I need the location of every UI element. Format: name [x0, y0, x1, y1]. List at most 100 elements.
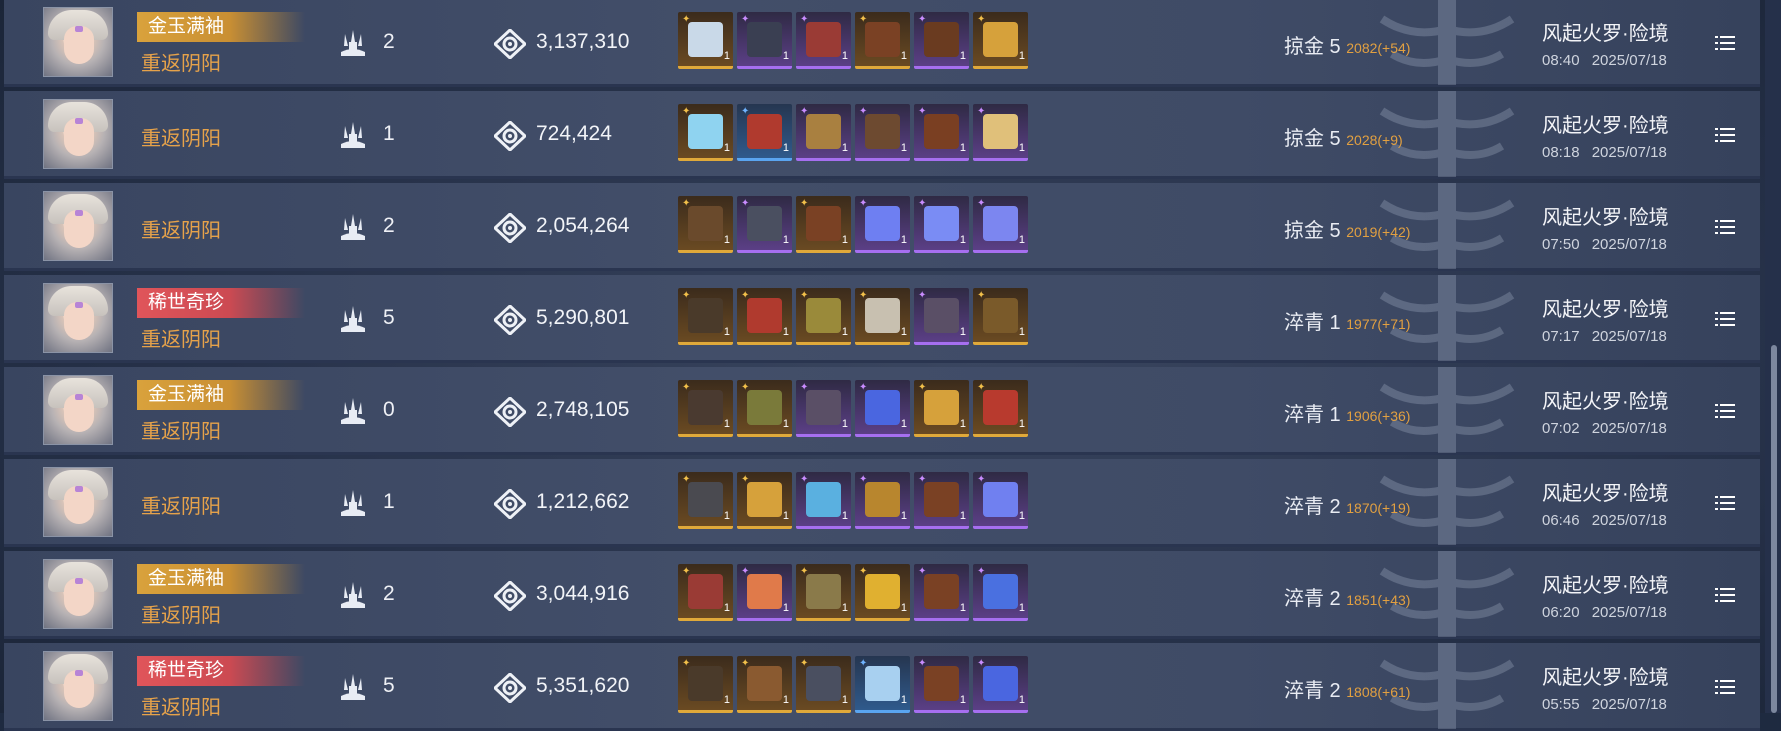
item-icon [688, 206, 723, 241]
item-icon [983, 206, 1018, 241]
loot-item-slot[interactable]: ✦ 1 [973, 472, 1028, 529]
loot-item-slot[interactable]: ✦ 1 [855, 380, 910, 437]
loot-item-slot[interactable]: ✦ 1 [678, 564, 733, 621]
kills-icon [341, 490, 365, 516]
score-eye-icon [494, 29, 526, 59]
match-row[interactable]: 重返阴阳 1 724,424 ✦ 1 ✦ 1 ✦ 1 ✦ 1 ✦ 1 ✦ 1 掠金 5 2028(+9… [4, 91, 1760, 179]
loot-item-slot[interactable]: ✦ 1 [914, 472, 969, 529]
loot-item-slot[interactable]: ✦ 1 [737, 380, 792, 437]
rank-points: 1870(+19) [1346, 500, 1411, 516]
loot-item-slot[interactable]: ✦ 1 [796, 564, 851, 621]
match-timestamp: 07:50 2025/07/18 [1542, 236, 1667, 253]
loot-item-slot[interactable]: ✦ 1 [914, 564, 969, 621]
loot-item-slot[interactable]: ✦ 1 [973, 12, 1028, 69]
loot-item-slot[interactable]: ✦ 1 [737, 12, 792, 69]
match-row[interactable]: 金玉满袖 重返阴阳 0 2,748,105 ✦ 1 ✦ 1 ✦ 1 ✦ 1 ✦ 1 ✦ 1 淬青 1 … [4, 367, 1760, 455]
score-value: 5,351,620 [536, 674, 630, 697]
map-location: 风起火罗·险境 [1542, 23, 1669, 45]
loot-item-slot[interactable]: ✦ 1 [973, 288, 1028, 345]
details-menu-icon[interactable] [1715, 127, 1735, 143]
loot-item-slot[interactable]: ✦ 1 [855, 196, 910, 253]
loot-item-slot[interactable]: ✦ 1 [855, 564, 910, 621]
loot-item-slot[interactable]: ✦ 1 [678, 288, 733, 345]
loot-item-slot[interactable]: ✦ 1 [737, 564, 792, 621]
loot-item-slot[interactable]: ✦ 1 [737, 104, 792, 161]
details-menu-icon[interactable] [1715, 679, 1735, 695]
details-menu-icon[interactable] [1715, 495, 1735, 511]
item-icon [983, 666, 1018, 701]
loot-item-slot[interactable]: ✦ 1 [855, 104, 910, 161]
loot-item-slot[interactable]: ✦ 1 [737, 472, 792, 529]
loot-item-slot[interactable]: ✦ 1 [796, 472, 851, 529]
match-row[interactable]: 金玉满袖 重返阴阳 2 3,044,916 ✦ 1 ✦ 1 ✦ 1 ✦ 1 ✦ 1 ✦ 1 淬青 2 … [4, 551, 1760, 639]
kills-icon [341, 582, 365, 608]
loot-item-slot[interactable]: ✦ 1 [796, 104, 851, 161]
loot-item-slot[interactable]: ✦ 1 [973, 196, 1028, 253]
item-icon [747, 114, 782, 149]
match-row[interactable]: 稀世奇珍 重返阴阳 5 5,290,801 ✦ 1 ✦ 1 ✦ 1 ✦ 1 ✦ 1 ✦ 1 淬青 1 … [4, 275, 1760, 363]
details-menu-icon[interactable] [1715, 403, 1735, 419]
details-menu-icon[interactable] [1715, 35, 1735, 51]
loot-item-slot[interactable]: ✦ 1 [914, 104, 969, 161]
loot-item-slot[interactable]: ✦ 1 [796, 12, 851, 69]
loot-item-slot[interactable]: ✦ 1 [855, 656, 910, 713]
loot-item-slot[interactable]: ✦ 1 [796, 196, 851, 253]
item-count: 1 [723, 418, 730, 430]
details-menu-icon[interactable] [1715, 311, 1735, 327]
item-icon [806, 666, 841, 701]
loot-item-slot[interactable]: ✦ 1 [678, 472, 733, 529]
loot-item-slot[interactable]: ✦ 1 [796, 380, 851, 437]
loot-item-slot[interactable]: ✦ 1 [855, 288, 910, 345]
scrollbar-thumb[interactable] [1771, 345, 1777, 713]
loot-item-slot[interactable]: ✦ 1 [678, 12, 733, 69]
loot-item-slot[interactable]: ✦ 1 [914, 380, 969, 437]
score-eye-icon [494, 489, 526, 519]
item-count: 1 [841, 418, 848, 430]
map-location: 风起火罗·险境 [1542, 115, 1669, 137]
loot-item-slot[interactable]: ✦ 1 [973, 656, 1028, 713]
loot-item-slot[interactable]: ✦ 1 [855, 12, 910, 69]
match-row[interactable]: 稀世奇珍 重返阴阳 5 5,351,620 ✦ 1 ✦ 1 ✦ 1 ✦ 1 ✦ 1 ✦ 1 淬青 2 … [4, 643, 1760, 731]
loot-item-slot[interactable]: ✦ 1 [678, 380, 733, 437]
rank-points: 1808(+61) [1346, 684, 1411, 700]
loot-item-slot[interactable]: ✦ 1 [914, 656, 969, 713]
loot-item-slot[interactable]: ✦ 1 [973, 380, 1028, 437]
loot-item-slot[interactable]: ✦ 1 [678, 104, 733, 161]
loot-item-slot[interactable]: ✦ 1 [796, 288, 851, 345]
kills-icon [341, 214, 365, 240]
score-eye-icon [494, 121, 526, 151]
match-row[interactable]: 金玉满袖 重返阴阳 2 3,137,310 ✦ 1 ✦ 1 ✦ 1 ✦ 1 ✦ 1 ✦ 1 掠金 5 … [4, 0, 1760, 87]
item-icon [688, 22, 723, 57]
loot-item-slot[interactable]: ✦ 1 [914, 12, 969, 69]
item-icon [865, 114, 900, 149]
loot-item-slot[interactable]: ✦ 1 [914, 288, 969, 345]
item-count: 1 [782, 234, 789, 246]
match-row[interactable]: 重返阴阳 2 2,054,264 ✦ 1 ✦ 1 ✦ 1 ✦ 1 ✦ 1 ✦ 1 掠金 5 2019(… [4, 183, 1760, 271]
item-icon [747, 298, 782, 333]
loot-item-slot[interactable]: ✦ 1 [855, 472, 910, 529]
character-avatar [43, 467, 113, 537]
item-icon [924, 666, 959, 701]
match-row[interactable]: 重返阴阳 1 1,212,662 ✦ 1 ✦ 1 ✦ 1 ✦ 1 ✦ 1 ✦ 1 淬青 2 1870(… [4, 459, 1760, 547]
loot-item-slot[interactable]: ✦ 1 [796, 656, 851, 713]
item-icon [747, 390, 782, 425]
loot-item-slot[interactable]: ✦ 1 [737, 656, 792, 713]
details-menu-icon[interactable] [1715, 219, 1735, 235]
item-icon [924, 298, 959, 333]
match-timestamp: 08:40 2025/07/18 [1542, 52, 1667, 69]
loot-item-slot[interactable]: ✦ 1 [737, 196, 792, 253]
item-count: 1 [900, 50, 907, 62]
loot-item-slot[interactable]: ✦ 1 [973, 564, 1028, 621]
scrollbar-track[interactable] [1765, 0, 1781, 713]
details-menu-icon[interactable] [1715, 587, 1735, 603]
loot-item-slot[interactable]: ✦ 1 [914, 196, 969, 253]
loot-item-slot[interactable]: ✦ 1 [737, 288, 792, 345]
item-count: 1 [1018, 326, 1025, 338]
item-icon [688, 390, 723, 425]
kills-icon [341, 674, 365, 700]
loot-item-slot[interactable]: ✦ 1 [973, 104, 1028, 161]
item-count: 1 [841, 694, 848, 706]
achievement-badge: 金玉满袖 [137, 380, 305, 410]
loot-item-slot[interactable]: ✦ 1 [678, 656, 733, 713]
loot-item-slot[interactable]: ✦ 1 [678, 196, 733, 253]
